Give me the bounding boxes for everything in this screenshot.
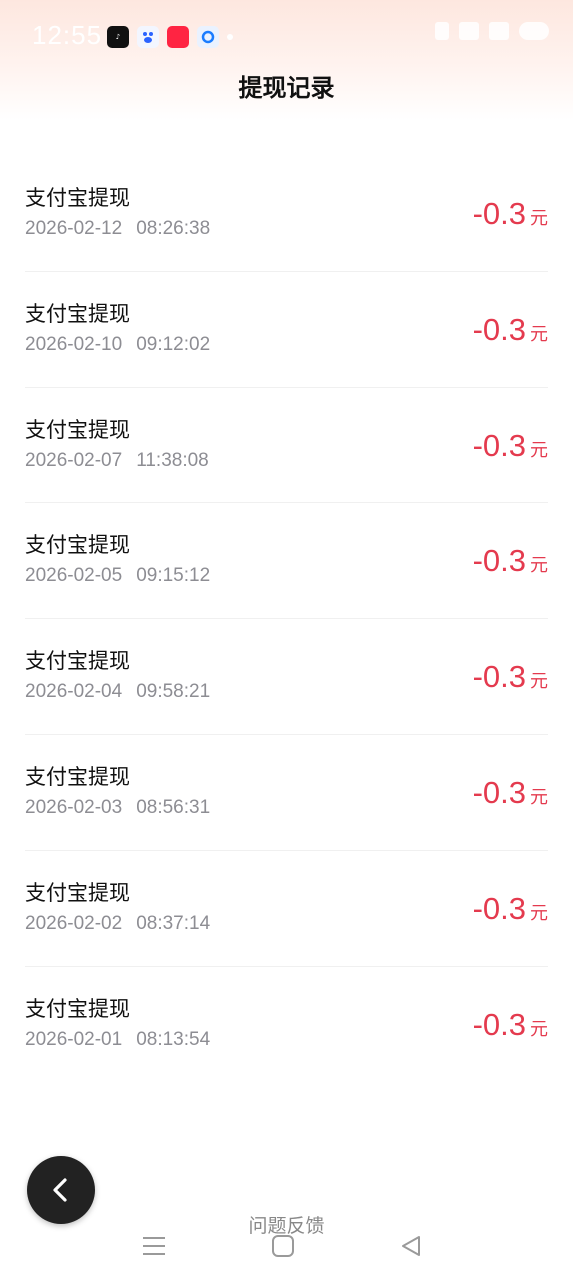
amount-unit: 元 — [530, 671, 548, 693]
triangle-back-icon — [402, 1236, 420, 1256]
record-datetime: 2026-02-05 09:15:12 — [25, 565, 210, 587]
record-time: 09:58:21 — [136, 681, 211, 703]
record-amount: -0.3 元 — [473, 1007, 548, 1043]
record-time: 08:56:31 — [136, 796, 211, 818]
record-datetime: 2026-02-10 09:12:02 — [25, 334, 210, 356]
record-datetime: 2026-02-07 11:38:08 — [25, 450, 209, 472]
amount-unit: 元 — [530, 786, 548, 808]
list-item[interactable]: 支付宝提现 2026-02-03 08:56:31 -0.3 元 — [25, 735, 548, 851]
record-time: 08:13:54 — [136, 1028, 211, 1050]
record-time: 08:37:14 — [136, 912, 211, 934]
wifi-icon — [459, 22, 479, 40]
baidu-icon — [137, 26, 159, 48]
record-title: 支付宝提现 — [25, 417, 130, 442]
page-title: 提现记录 — [238, 74, 335, 102]
amount-value: -0.3 — [472, 890, 526, 926]
tiktok-icon: ♪ — [107, 26, 129, 48]
record-time: 11:38:08 — [136, 449, 209, 471]
amount-unit: 元 — [530, 1018, 548, 1040]
list-item[interactable]: 支付宝提现 2026-02-05 09:15:12 -0.3 元 — [25, 503, 548, 620]
amount-value: -0.3 — [472, 196, 526, 231]
recent-apps-button[interactable] — [136, 1228, 172, 1264]
qq-browser-icon — [197, 26, 219, 48]
home-button[interactable] — [265, 1228, 301, 1264]
record-title: 支付宝提现 — [25, 186, 130, 210]
record-title: 支付宝提现 — [25, 301, 130, 326]
record-time: 08:26:38 — [136, 218, 211, 239]
record-date: 2026-02-07 — [25, 449, 123, 471]
record-amount: -0.3 元 — [473, 775, 548, 811]
amount-value: -0.3 — [472, 543, 526, 579]
back-nav-button[interactable] — [393, 1228, 429, 1264]
home-square-icon — [272, 1235, 294, 1257]
record-title: 支付宝提现 — [25, 764, 130, 789]
system-navigation-bar — [0, 1220, 573, 1280]
record-date: 2026-02-12 — [25, 218, 123, 239]
record-date: 2026-02-10 — [25, 333, 123, 355]
record-amount: -0.3 元 — [473, 196, 548, 232]
amount-value: -0.3 — [472, 1006, 526, 1042]
amount-value: -0.3 — [472, 311, 526, 347]
xiaohongshu-icon — [167, 26, 189, 48]
status-time: 12:55 — [32, 20, 103, 50]
record-datetime: 2026-02-12 08:26:38 — [25, 218, 210, 240]
record-datetime: 2026-02-01 08:13:54 — [25, 1029, 210, 1051]
record-title: 支付宝提现 — [25, 880, 130, 905]
record-amount: -0.3 元 — [473, 312, 548, 348]
record-amount: -0.3 元 — [473, 659, 548, 695]
amount-unit: 元 — [530, 555, 548, 577]
more-notifications-dot — [227, 34, 233, 40]
system-status-icons — [435, 22, 549, 40]
record-amount: -0.3 元 — [473, 543, 548, 579]
amount-value: -0.3 — [472, 427, 526, 463]
chevron-left-icon — [53, 1178, 67, 1202]
record-datetime: 2026-02-02 08:37:14 — [25, 913, 210, 935]
amount-value: -0.3 — [472, 774, 526, 810]
record-datetime: 2026-02-03 08:56:31 — [25, 797, 210, 819]
record-amount: -0.3 元 — [473, 428, 548, 464]
record-amount: -0.3 元 — [473, 891, 548, 927]
amount-value: -0.3 — [472, 659, 526, 695]
record-date: 2026-02-04 — [25, 681, 123, 703]
amount-unit: 元 — [530, 323, 548, 345]
notification-icons: ♪ — [107, 26, 233, 48]
record-title: 支付宝提现 — [25, 649, 130, 674]
alarm-icon — [435, 22, 449, 40]
withdrawal-record-list: 支付宝提现 2026-02-12 08:26:38 -0.3 元支付宝提现 2026-02… — [0, 156, 573, 1082]
list-item[interactable]: 支付宝提现 2026-02-12 08:26:38 -0.3 元 — [25, 156, 548, 272]
list-item[interactable]: 支付宝提现 2026-02-10 09:12:02 -0.3 元 — [25, 272, 548, 388]
amount-unit: 元 — [530, 208, 548, 229]
record-time: 09:15:12 — [136, 565, 211, 587]
record-title: 支付宝提现 — [25, 533, 130, 558]
list-item[interactable]: 支付宝提现 2026-02-01 08:13:54 -0.3 元 — [25, 967, 548, 1083]
signal-icon — [489, 22, 509, 40]
list-item[interactable]: 支付宝提现 2026-02-07 11:38:08 -0.3 元 — [25, 388, 548, 504]
list-item[interactable]: 支付宝提现 2026-02-04 09:58:21 -0.3 元 — [25, 619, 548, 735]
amount-unit: 元 — [530, 439, 548, 461]
battery-icon — [519, 22, 549, 40]
record-date: 2026-02-05 — [25, 565, 123, 587]
record-date: 2026-02-03 — [25, 796, 123, 818]
amount-unit: 元 — [530, 902, 548, 924]
record-date: 2026-02-02 — [25, 912, 123, 934]
record-time: 09:12:02 — [136, 333, 211, 355]
record-title: 支付宝提现 — [25, 996, 130, 1021]
menu-icon — [143, 1237, 165, 1255]
list-item[interactable]: 支付宝提现 2026-02-02 08:37:14 -0.3 元 — [25, 851, 548, 967]
record-date: 2026-02-01 — [25, 1028, 123, 1050]
record-datetime: 2026-02-04 09:58:21 — [25, 681, 210, 703]
status-bar: 12:55 ♪ — [0, 0, 573, 72]
